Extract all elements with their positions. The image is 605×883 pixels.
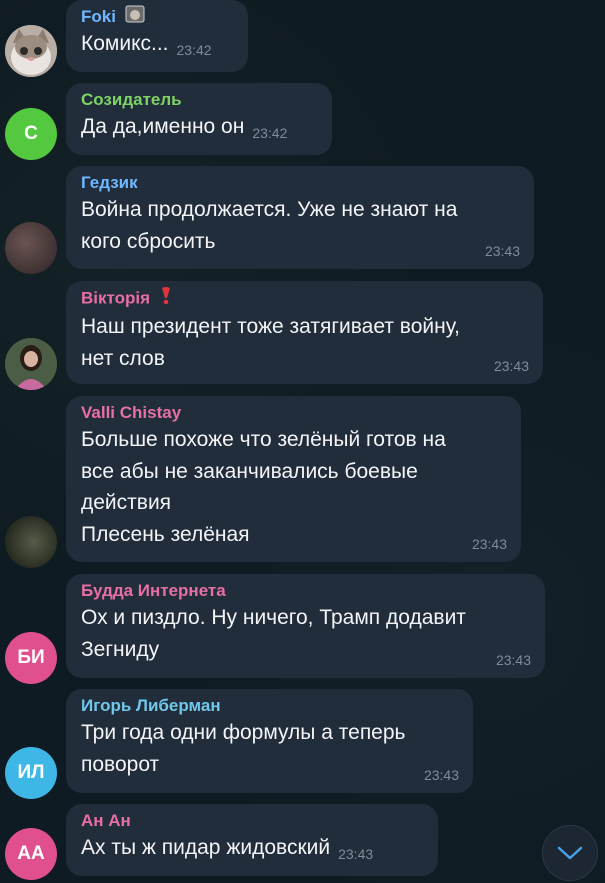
avatar-initials-text: АА: [17, 843, 45, 864]
message-time: 23:42: [176, 42, 212, 58]
sender-name[interactable]: Valli Chistay: [81, 402, 507, 424]
message-time: 23:43: [493, 358, 529, 374]
message-bubble: Гедзик Война продолжается. Уже не знают …: [66, 166, 534, 269]
message-text: Ах ты ж пидар жидовский 23:43: [81, 836, 374, 862]
dark-avatar[interactable]: [5, 516, 57, 568]
message-line: Три года одни формулы а теперь: [81, 721, 406, 744]
message-line: Наш президент тоже затягивает войну,: [81, 315, 460, 338]
message-time: 23:43: [423, 767, 459, 783]
message-line: Плесень зелёная: [81, 522, 250, 546]
message-line: все абы не заканчивались боевые: [81, 459, 418, 483]
avatar-initials-text: С: [24, 123, 38, 144]
heart-exclamation-icon: [159, 287, 173, 311]
message-bubble: Foki Комикс... 23:42: [66, 0, 248, 72]
message-line: действия: [81, 491, 172, 514]
avatar-initials[interactable]: БИ: [5, 632, 57, 684]
message-time: 23:43: [471, 536, 507, 552]
cat-avatar[interactable]: [5, 25, 57, 77]
sender-name[interactable]: Игорь Либерман: [81, 695, 459, 717]
sender-name[interactable]: Ан Ан: [81, 810, 424, 832]
message-bubble: Созидатель Да да,именно он 23:42: [66, 83, 332, 155]
avatar-initials[interactable]: АА: [5, 828, 57, 880]
message-line: Зегниду: [81, 637, 160, 661]
message-time: 23:43: [338, 846, 374, 862]
message-time: 23:43: [495, 652, 531, 668]
message-text: Да да,именно он 23:42: [81, 115, 288, 141]
sender-name[interactable]: Гедзик: [81, 172, 520, 194]
woman-avatar-image: [5, 338, 57, 390]
message-line: нет слов: [81, 346, 165, 370]
message-time: 23:43: [484, 243, 520, 259]
message-time: 23:42: [252, 125, 288, 141]
cat-avatar-image: [5, 25, 57, 77]
message-line: кого сбросить: [81, 229, 216, 253]
avatar-initials-text: БИ: [17, 647, 45, 668]
message-line: поворот: [81, 752, 160, 776]
message-bubble: Игорь Либерман Три года одни формулы а т…: [66, 689, 473, 793]
blurred-avatar[interactable]: [5, 222, 57, 274]
message-line: Больше похоже что зелёный готов на: [81, 428, 446, 451]
avatar-initials[interactable]: ИЛ: [5, 747, 57, 799]
sender-name[interactable]: Вікторія: [81, 287, 529, 311]
message-bubble: Valli Chistay Больше похоже что зелёный …: [66, 396, 521, 562]
message-text: Комикс... 23:42: [81, 32, 212, 58]
cat-emoji-icon: [125, 5, 145, 28]
message-bubble: Будда Интернета Ох и пиздло. Ну ничего, …: [66, 574, 545, 678]
message-line: Ох и пиздло. Ну ничего, Трамп додавит: [81, 606, 466, 629]
woman-avatar[interactable]: [5, 338, 57, 390]
avatar-initials[interactable]: С: [5, 108, 57, 160]
sender-name[interactable]: Будда Интернета: [81, 580, 531, 602]
message-bubble: Вікторія Наш президент тоже затягивает в…: [66, 281, 543, 384]
avatar-initials-text: ИЛ: [17, 762, 45, 783]
sender-name[interactable]: Созидатель: [81, 89, 318, 111]
message-line: Война продолжается. Уже не знают на: [81, 198, 458, 221]
sender-name[interactable]: Foki: [81, 6, 234, 28]
scroll-down-button[interactable]: [542, 825, 598, 881]
chevron-down-icon: [557, 846, 583, 860]
message-bubble: Ан Ан Ах ты ж пидар жидовский 23:43: [66, 804, 438, 876]
